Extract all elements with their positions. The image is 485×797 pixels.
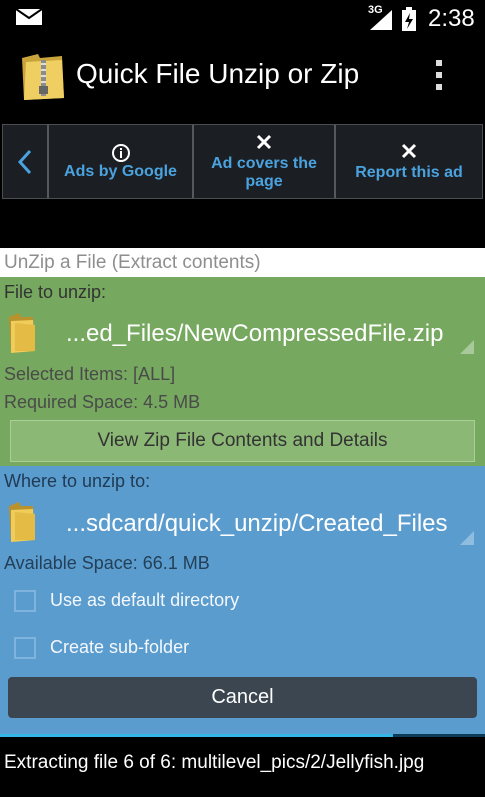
folder-icon <box>9 313 35 353</box>
destination-spinner[interactable]: ...sdcard/quick_unzip/Created_Files <box>0 497 485 549</box>
source-file-path: ...ed_Files/NewCompressedFile.zip <box>66 320 444 347</box>
ad-back-button[interactable] <box>3 125 47 198</box>
use-default-directory-checkbox[interactable]: Use as default directory <box>10 586 310 616</box>
progress-bar-fill <box>0 734 393 737</box>
source-file-spinner[interactable]: ...ed_Files/NewCompressedFile.zip <box>0 308 485 358</box>
ad-covers-page-label: Ad covers the page <box>211 154 317 190</box>
app-title: Quick File Unzip or Zip <box>76 58 360 89</box>
info-icon <box>111 143 130 162</box>
ad-banner: Ads by Google Ad covers the page Report … <box>2 124 483 199</box>
required-space-text: Required Space: 4.5 MB <box>4 392 201 412</box>
create-subfolder-checkbox[interactable]: Create sub-folder <box>10 633 310 663</box>
destination-path: ...sdcard/quick_unzip/Created_Files <box>66 510 448 537</box>
ad-report-label: Report this ad <box>355 163 463 181</box>
ad-by-google-button[interactable]: Ads by Google <box>47 125 192 198</box>
cancel-button[interactable]: Cancel <box>8 677 477 718</box>
clock: 2:38 <box>428 5 475 32</box>
page-title: UnZip a File (Extract contents) <box>4 252 261 273</box>
selected-items-text: Selected Items: [ALL] <box>4 364 176 384</box>
where-to-unzip-label: Where to unzip to: <box>4 471 151 491</box>
folder-icon <box>9 502 35 542</box>
zip-folder-icon[interactable] <box>18 50 68 102</box>
close-icon <box>256 134 272 149</box>
close-icon <box>401 143 417 158</box>
ad-report-button[interactable]: Report this ad <box>334 125 482 198</box>
file-to-unzip-label: File to unzip: <box>4 282 107 302</box>
signal-icon <box>370 10 392 30</box>
create-subfolder-label: Create sub-folder <box>50 637 190 657</box>
mail-icon <box>16 9 42 25</box>
available-space-text: Available Space: 66.1 MB <box>4 553 210 573</box>
chevron-left-icon <box>17 149 32 174</box>
progress-status-text: Extracting file 6 of 6: multilevel_pics/… <box>4 752 425 773</box>
overflow-menu-icon[interactable] <box>434 58 444 92</box>
spinner-arrow-icon <box>460 531 474 545</box>
ad-by-google-label: Ads by Google <box>64 162 177 180</box>
ad-covers-page-button[interactable]: Ad covers the page <box>192 125 334 198</box>
checkbox-box[interactable] <box>14 637 36 659</box>
use-default-directory-label: Use as default directory <box>50 590 240 610</box>
checkbox-box[interactable] <box>14 590 36 612</box>
battery-charging-icon <box>402 7 416 31</box>
spinner-arrow-icon <box>460 340 474 354</box>
view-contents-button[interactable]: View Zip File Contents and Details <box>10 420 475 462</box>
